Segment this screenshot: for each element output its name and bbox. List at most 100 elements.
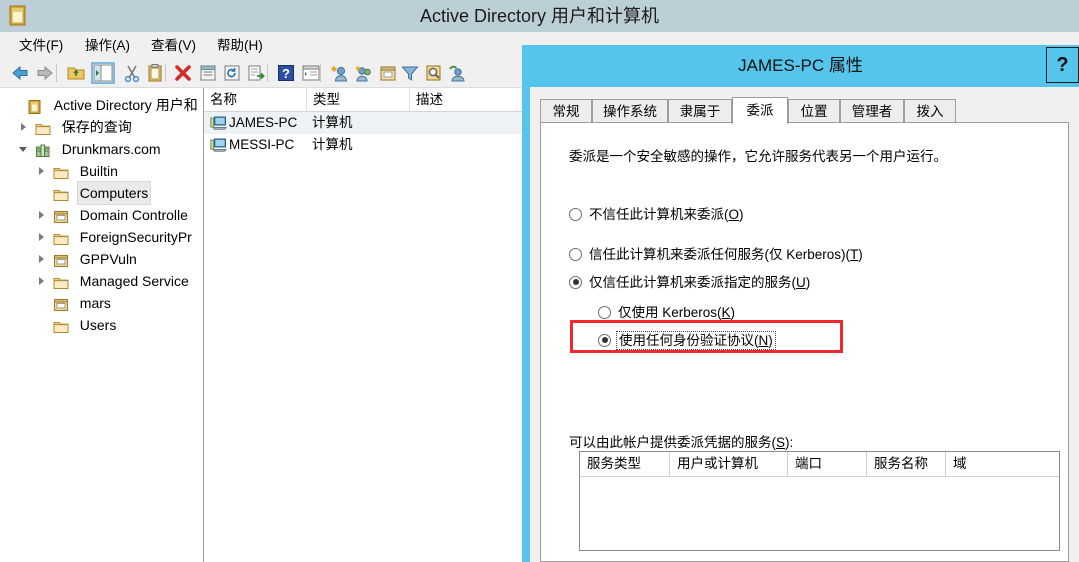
column-header-description[interactable]: 描述 <box>410 88 528 111</box>
column-header-service-name[interactable]: 服务名称 <box>867 452 946 476</box>
menu-action[interactable]: 操作(A) <box>76 32 139 59</box>
chevron-right-icon[interactable] <box>36 276 47 287</box>
tree-item-gppvuln[interactable]: GPPVuln <box>36 247 140 269</box>
radio-trust-specified-services[interactable]: 仅信任此计算机来委派指定的服务(U) <box>569 273 810 293</box>
ou-icon <box>53 208 69 224</box>
toolbar-separator <box>165 64 166 82</box>
show-console-tree-icon[interactable] <box>301 63 321 83</box>
folder-icon <box>53 230 69 246</box>
radio-button-icon[interactable] <box>569 247 582 261</box>
services-label-suffix: ): <box>785 435 794 450</box>
tree-item-label: Computers <box>76 181 152 206</box>
chevron-right-icon[interactable] <box>36 254 47 265</box>
column-header-user-or-computer[interactable]: 用户或计算机 <box>670 452 788 476</box>
new-user-icon[interactable] <box>330 63 350 83</box>
console-tree-pane: Active Directory 用户和 保存的查询 Drunkmars.com… <box>0 88 204 562</box>
folder-icon <box>53 274 69 290</box>
radio-accelerator: O <box>728 207 740 222</box>
column-header-domain[interactable]: 域 <box>946 452 1029 476</box>
column-header-service-type[interactable]: 服务类型 <box>580 452 670 476</box>
no-arrow-icon <box>10 100 21 111</box>
services-label-text: 可以由此帐户提供委派凭据的服务( <box>569 435 776 450</box>
help-icon[interactable]: ? <box>276 63 296 83</box>
chevron-right-icon[interactable] <box>36 210 47 221</box>
chevron-right-icon[interactable] <box>36 166 47 177</box>
tab-general[interactable]: 常规 <box>540 99 592 122</box>
find-icon[interactable] <box>424 63 444 83</box>
chevron-down-icon[interactable] <box>18 144 29 155</box>
tab-dial-in[interactable]: 拨入 <box>904 99 956 122</box>
folder-icon <box>53 318 69 334</box>
cut-icon[interactable] <box>122 63 142 83</box>
computer-icon <box>210 115 228 131</box>
tree-item-domain-controllers[interactable]: Domain Controlle <box>36 203 191 225</box>
list-row-type-cell: 计算机 <box>312 115 353 130</box>
radio-do-not-trust[interactable]: 不信任此计算机来委派(O) <box>569 205 744 225</box>
tree-item-label: 保存的查询 <box>61 119 132 136</box>
list-row-name-text: MESSI-PC <box>229 137 295 152</box>
radio-label-suffix: ) <box>858 247 863 262</box>
show-hide-tree-icon[interactable] <box>91 61 115 85</box>
menu-view[interactable]: 查看(V) <box>142 32 205 59</box>
objects-list-pane: 名称 类型 描述 JAMES-PC 计算机 MESSI-PC 计算机 <box>204 88 528 562</box>
list-header: 名称 类型 描述 <box>204 88 528 112</box>
highlight-annotation-box <box>570 320 843 353</box>
tree-item-managed-service-accounts[interactable]: Managed Service <box>36 269 192 291</box>
properties-icon[interactable] <box>198 63 218 83</box>
column-header-port[interactable]: 端口 <box>788 452 867 476</box>
table-row[interactable]: JAMES-PC 计算机 <box>204 112 528 134</box>
tree-item-label: mars <box>79 295 111 312</box>
tab-member-of[interactable]: 隶属于 <box>668 99 732 122</box>
services-table[interactable]: 服务类型 用户或计算机 端口 服务名称 域 <box>579 451 1060 551</box>
folder-icon <box>53 186 69 202</box>
tab-managed-by[interactable]: 管理者 <box>840 99 904 122</box>
chevron-right-icon[interactable] <box>36 232 47 243</box>
tree-item-saved-queries[interactable]: 保存的查询 <box>18 115 135 137</box>
radio-button-icon[interactable] <box>569 275 582 289</box>
column-header-name[interactable]: 名称 <box>204 88 307 111</box>
filter-icon[interactable] <box>400 63 420 83</box>
new-ou-icon[interactable] <box>378 63 398 83</box>
tree-item-users[interactable]: Users <box>36 313 119 335</box>
tree-item-foreign-security-principals[interactable]: ForeignSecurityPr <box>36 225 195 247</box>
radio-trust-any-service-kerberos[interactable]: 信任此计算机来委派任何服务(仅 Kerberos)(T) <box>569 245 863 265</box>
tab-location[interactable]: 位置 <box>788 99 840 122</box>
tree-item-active-directory-root[interactable]: Active Directory 用户和 <box>10 93 201 115</box>
tab-operating-system[interactable]: 操作系统 <box>592 99 668 122</box>
paste-icon[interactable] <box>145 63 165 83</box>
chevron-right-icon[interactable] <box>18 122 29 133</box>
tree-item-label: Domain Controlle <box>79 207 188 224</box>
menu-file[interactable]: 文件(F) <box>10 32 72 59</box>
tree-item-computers[interactable]: Computers <box>36 181 152 206</box>
export-list-icon[interactable] <box>246 63 266 83</box>
radio-button-icon[interactable] <box>569 207 582 221</box>
no-arrow-icon <box>36 298 47 309</box>
new-group-icon[interactable] <box>354 63 374 83</box>
radio-label: 信任此计算机来委派任何服务(仅 Kerberos)( <box>589 247 851 262</box>
domain-icon <box>35 142 51 158</box>
saved-query-icon[interactable] <box>447 63 467 83</box>
delete-icon[interactable] <box>173 63 193 83</box>
radio-button-icon[interactable] <box>598 305 611 319</box>
services-label-accelerator: S <box>776 435 786 450</box>
help-button[interactable]: ? <box>1046 47 1079 83</box>
column-header-type[interactable]: 类型 <box>307 88 410 111</box>
up-folder-icon[interactable] <box>66 63 86 83</box>
no-arrow-icon <box>36 188 47 199</box>
menu-help[interactable]: 帮助(H) <box>208 32 272 59</box>
computer-icon <box>210 137 228 153</box>
services-table-header: 服务类型 用户或计算机 端口 服务名称 域 <box>580 452 1059 477</box>
no-arrow-icon <box>36 320 47 331</box>
table-row[interactable]: MESSI-PC 计算机 <box>204 134 528 156</box>
tab-delegation[interactable]: 委派 <box>732 97 788 124</box>
ou-icon <box>53 252 69 268</box>
tree-item-mars[interactable]: mars <box>36 291 114 313</box>
refresh-icon[interactable] <box>222 63 242 83</box>
forward-icon[interactable] <box>35 63 55 83</box>
back-icon[interactable] <box>10 63 30 83</box>
radio-label-suffix: ) <box>730 305 736 320</box>
window-titlebar: Active Directory 用户和计算机 <box>0 0 1079 32</box>
tree-item-domain-drunkmars[interactable]: Drunkmars.com <box>18 137 164 159</box>
tree-item-builtin[interactable]: Builtin <box>36 159 121 181</box>
console-root-icon <box>27 98 43 115</box>
